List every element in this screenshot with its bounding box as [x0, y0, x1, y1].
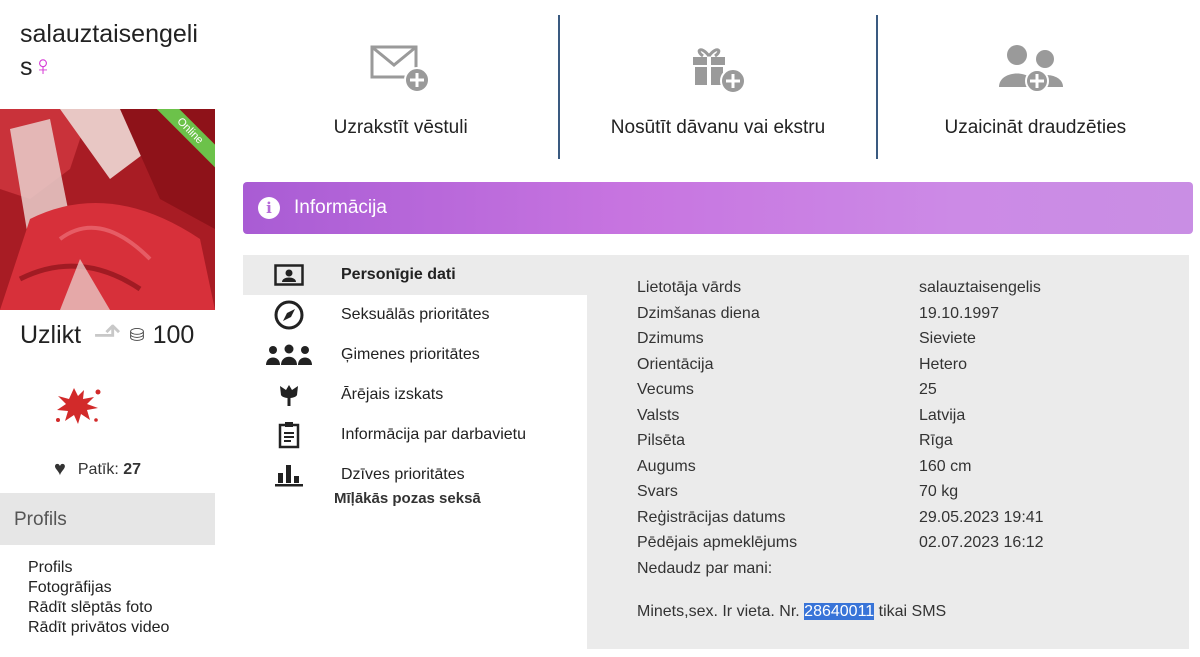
detail-value: 25: [919, 381, 937, 398]
detail-key: Augums: [637, 457, 696, 475]
detail-value: salauztaisengelis: [919, 279, 1041, 296]
detail-row: Svars 70 kg: [637, 483, 1044, 509]
detail-key: Pilsēta: [637, 432, 686, 449]
detail-row: Orientācija Hetero: [637, 356, 1044, 382]
detail-value: Rīga: [919, 432, 953, 449]
users-plus-icon: [999, 45, 1064, 93]
detail-value: 29.05.2023 19:41: [919, 508, 1044, 526]
info-panel: Personīgie dati Seksuālās prioritātes Ģi…: [243, 255, 1189, 649]
menu-item-family-priorities[interactable]: Ģimenes prioritātes: [243, 335, 587, 375]
detail-row: Pēdējais apmeklējums 02.07.2023 16:12: [637, 534, 1044, 560]
uzlikt-label: Uzlikt: [20, 320, 82, 349]
female-icon: ♀: [32, 50, 54, 81]
coins-count: 100: [152, 320, 195, 349]
detail-row: Dzimšanas diena 19.10.1997: [637, 305, 1044, 331]
detail-key: Lietotāja vārds: [637, 279, 742, 296]
detail-row: Lietotāja vārds salauztaisengelis: [637, 279, 1044, 305]
online-ribbon: Online: [155, 109, 215, 169]
detail-key: Dzimums: [637, 330, 704, 347]
about-text-selected: 28640011: [804, 603, 875, 620]
family-icon: [266, 344, 312, 365]
detail-row: Dzimums Sieviete: [637, 330, 1044, 356]
info-menu: Personīgie dati Seksuālās prioritātes Ģi…: [243, 255, 587, 649]
write-message-button[interactable]: Uzrakstīt vēstuli: [243, 15, 558, 159]
detail-value: 70 kg: [919, 483, 959, 500]
detail-row: Pilsēta Rīga: [637, 432, 1044, 458]
sidebar-links: Profils Fotogrāfijas Rādīt slēptās foto …: [28, 558, 169, 638]
menu-label: Dzīves prioritātes: [341, 466, 465, 483]
detail-key: Nedaudz par mani:: [637, 559, 773, 577]
boost-row: Uzlikt ⬏ ⛁ 100: [20, 318, 195, 352]
menu-label: Ārējais izskats: [341, 386, 444, 403]
menu-item-personal-data[interactable]: Personīgie dati: [243, 255, 587, 295]
personal-details: Lietotāja vārds salauztaisengelis Dzimšan…: [637, 279, 1044, 585]
profile-photo[interactable]: Online: [0, 109, 215, 310]
sidebar-link-profile[interactable]: Profils: [28, 558, 169, 578]
detail-row: Vecums 25: [637, 381, 1044, 407]
detail-key: Pēdējais apmeklējums: [637, 534, 798, 551]
detail-value: Hetero: [919, 355, 968, 373]
heart-icon[interactable]: ♥: [54, 458, 66, 481]
menu-label: Personīgie dati: [341, 266, 456, 283]
menu-item-life-priorities[interactable]: Dzīves prioritātes: [243, 455, 587, 495]
action-bar: Uzrakstīt vēstuli Nosūtīt dāvanu vai eks…: [243, 15, 1193, 159]
menu-label: Seksuālās prioritātes: [341, 306, 490, 323]
send-gift-button[interactable]: Nosūtīt dāvanu vai ekstru: [558, 15, 875, 159]
likes-label: Patīk:: [77, 460, 119, 478]
tulip-icon: [280, 385, 298, 406]
arrow-up-icon[interactable]: ⬏: [93, 318, 121, 352]
detail-key: Svars: [637, 483, 678, 500]
detail-value: 19.10.1997: [919, 304, 1000, 322]
likes-count: 27: [123, 460, 142, 478]
info-header: i Informācija: [243, 182, 1193, 234]
online-label: Online: [155, 109, 215, 169]
detail-row: Reģistrācijas datums 29.05.2023 19:41: [637, 509, 1044, 535]
gift-plus-icon: [692, 48, 746, 94]
write-message-label: Uzrakstīt vēstuli: [333, 117, 468, 138]
detail-value: 160 cm: [919, 457, 972, 475]
detail-key: Valsts: [637, 406, 680, 424]
send-gift-label: Nosūtīt dāvanu vai ekstru: [610, 117, 826, 138]
menu-label: Informācija par darbavietu: [341, 426, 526, 443]
sidebar-link-hidden-photos[interactable]: Rādīt slēptās foto: [28, 598, 169, 618]
envelope-plus-icon: [370, 45, 430, 93]
info-icon: i: [258, 197, 280, 219]
detail-key: Dzimšanas diena: [637, 304, 760, 322]
compass-icon: [274, 300, 304, 330]
detail-row: Augums 160 cm: [637, 458, 1044, 484]
add-friend-label: Uzaicināt draudzēties: [944, 117, 1127, 138]
about-text-after: tikai SMS: [878, 603, 947, 620]
profile-username: salauztaisengelis♀: [20, 18, 210, 83]
info-title: Informācija: [294, 197, 387, 218]
about-me-text: Minets,sex. Ir vieta. Nr. 28640011 tikai…: [637, 603, 946, 621]
detail-value: 02.07.2023 16:12: [919, 534, 1044, 551]
paint-splash-icon: [56, 388, 101, 424]
sidebar-link-private-videos[interactable]: Rādīt privātos video: [28, 618, 169, 638]
menu-label: Ģimenes prioritātes: [341, 346, 480, 363]
about-text-before: Minets,sex. Ir vieta. Nr.: [637, 603, 800, 620]
detail-row: Valsts Latvija: [637, 407, 1044, 433]
id-card-icon: [274, 264, 304, 286]
add-friend-button[interactable]: Uzaicināt draudzēties: [875, 15, 1193, 159]
detail-key: Reģistrācijas datums: [637, 508, 786, 526]
detail-key: Vecums: [637, 381, 694, 398]
detail-row: Nedaudz par mani:: [637, 560, 1044, 586]
likes-row: ♥ Patīk: 27: [54, 458, 141, 481]
coins-icon: ⛁: [129, 324, 145, 345]
menu-item-appearance[interactable]: Ārējais izskats: [243, 375, 587, 415]
menu-item-sexual-priorities[interactable]: Seksuālās prioritātes: [243, 295, 587, 335]
sidebar-link-photos[interactable]: Fotogrāfijas: [28, 578, 169, 598]
clipboard-icon: [278, 422, 300, 449]
detail-key: Orientācija: [637, 355, 714, 373]
bar-chart-icon: [275, 465, 303, 487]
detail-value: Latvija: [919, 406, 966, 424]
sidebar-heading: Profils: [0, 493, 215, 545]
detail-value: Sieviete: [919, 330, 976, 347]
menu-item-workplace[interactable]: Informācija par darbavietu: [243, 415, 587, 455]
